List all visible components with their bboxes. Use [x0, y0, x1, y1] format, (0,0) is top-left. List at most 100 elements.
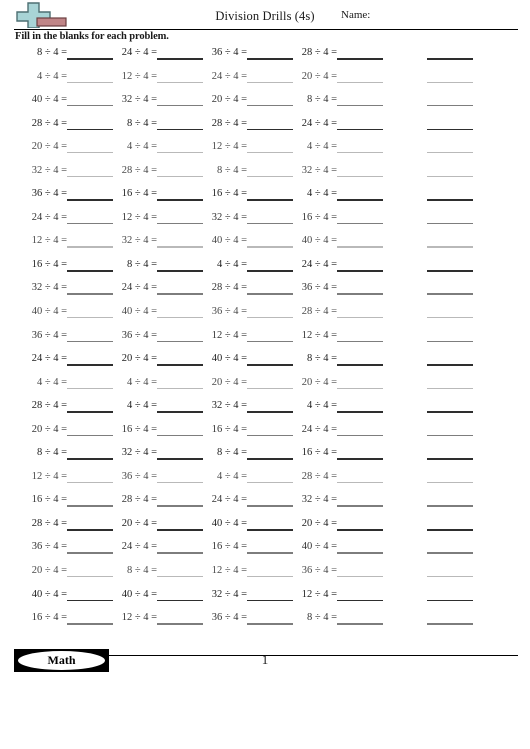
answer-blank[interactable] [337, 387, 383, 389]
answer-blank[interactable] [67, 293, 113, 295]
answer-blank[interactable] [157, 599, 203, 602]
answer-blank[interactable] [427, 175, 473, 178]
answer-blank[interactable] [67, 58, 113, 60]
answer-blank[interactable] [337, 434, 383, 437]
answer-blank[interactable] [247, 364, 293, 366]
answer-blank[interactable] [337, 364, 383, 366]
answer-blank[interactable] [427, 293, 473, 295]
answer-blank[interactable] [427, 152, 473, 154]
answer-blank[interactable] [427, 340, 473, 342]
answer-blank[interactable] [67, 364, 113, 366]
answer-blank[interactable] [157, 481, 203, 484]
answer-blank[interactable] [157, 411, 203, 413]
answer-blank[interactable] [337, 552, 383, 554]
answer-blank[interactable] [247, 199, 293, 201]
answer-blank[interactable] [67, 599, 113, 602]
answer-blank[interactable] [157, 364, 203, 366]
answer-blank[interactable] [427, 528, 473, 531]
answer-blank[interactable] [247, 152, 293, 154]
answer-blank[interactable] [337, 340, 383, 342]
answer-blank[interactable] [247, 317, 293, 319]
answer-blank[interactable] [247, 458, 293, 460]
answer-blank[interactable] [157, 105, 203, 107]
answer-blank[interactable] [157, 528, 203, 531]
answer-blank[interactable] [157, 458, 203, 460]
answer-blank[interactable] [427, 81, 473, 83]
answer-blank[interactable] [247, 340, 293, 342]
answer-blank[interactable] [67, 246, 113, 248]
answer-blank[interactable] [67, 528, 113, 531]
answer-blank[interactable] [157, 58, 203, 60]
answer-blank[interactable] [337, 246, 383, 248]
answer-blank[interactable] [337, 58, 383, 60]
answer-blank[interactable] [67, 552, 113, 554]
answer-blank[interactable] [157, 505, 203, 507]
answer-blank[interactable] [337, 269, 383, 272]
answer-blank[interactable] [157, 387, 203, 389]
answer-blank[interactable] [337, 458, 383, 460]
answer-blank[interactable] [427, 317, 473, 319]
answer-blank[interactable] [337, 576, 383, 578]
answer-blank[interactable] [67, 269, 113, 272]
answer-blank[interactable] [157, 317, 203, 319]
answer-blank[interactable] [67, 175, 113, 178]
answer-blank[interactable] [157, 623, 203, 625]
answer-blank[interactable] [157, 81, 203, 83]
answer-blank[interactable] [337, 623, 383, 625]
answer-blank[interactable] [67, 387, 113, 389]
answer-blank[interactable] [247, 481, 293, 484]
answer-blank[interactable] [337, 152, 383, 154]
answer-blank[interactable] [337, 175, 383, 178]
answer-blank[interactable] [157, 269, 203, 272]
answer-blank[interactable] [157, 152, 203, 154]
answer-blank[interactable] [337, 528, 383, 531]
answer-blank[interactable] [337, 293, 383, 295]
answer-blank[interactable] [247, 505, 293, 507]
answer-blank[interactable] [67, 317, 113, 319]
answer-blank[interactable] [67, 340, 113, 342]
answer-blank[interactable] [67, 505, 113, 507]
answer-blank[interactable] [337, 199, 383, 201]
answer-blank[interactable] [337, 505, 383, 507]
answer-blank[interactable] [67, 623, 113, 625]
answer-blank[interactable] [157, 434, 203, 437]
answer-blank[interactable] [427, 623, 473, 625]
answer-blank[interactable] [427, 552, 473, 554]
answer-blank[interactable] [427, 128, 473, 131]
answer-blank[interactable] [157, 175, 203, 178]
answer-blank[interactable] [67, 199, 113, 201]
answer-blank[interactable] [337, 317, 383, 319]
answer-blank[interactable] [337, 81, 383, 83]
answer-blank[interactable] [157, 128, 203, 131]
answer-blank[interactable] [247, 411, 293, 413]
answer-blank[interactable] [337, 222, 383, 225]
answer-blank[interactable] [427, 411, 473, 413]
answer-blank[interactable] [247, 81, 293, 83]
answer-blank[interactable] [247, 599, 293, 602]
answer-blank[interactable] [247, 269, 293, 272]
answer-blank[interactable] [247, 175, 293, 178]
answer-blank[interactable] [67, 105, 113, 107]
answer-blank[interactable] [247, 128, 293, 131]
answer-blank[interactable] [67, 576, 113, 578]
answer-blank[interactable] [427, 246, 473, 248]
answer-blank[interactable] [427, 599, 473, 602]
answer-blank[interactable] [67, 458, 113, 460]
answer-blank[interactable] [157, 199, 203, 201]
answer-blank[interactable] [67, 222, 113, 225]
answer-blank[interactable] [247, 246, 293, 248]
answer-blank[interactable] [247, 528, 293, 531]
answer-blank[interactable] [67, 481, 113, 484]
answer-blank[interactable] [427, 364, 473, 366]
answer-blank[interactable] [427, 199, 473, 201]
answer-blank[interactable] [337, 481, 383, 484]
answer-blank[interactable] [247, 434, 293, 437]
answer-blank[interactable] [247, 58, 293, 60]
answer-blank[interactable] [427, 222, 473, 225]
answer-blank[interactable] [337, 411, 383, 413]
answer-blank[interactable] [157, 246, 203, 248]
answer-blank[interactable] [427, 481, 473, 484]
answer-blank[interactable] [247, 222, 293, 225]
answer-blank[interactable] [67, 81, 113, 83]
answer-blank[interactable] [67, 152, 113, 154]
